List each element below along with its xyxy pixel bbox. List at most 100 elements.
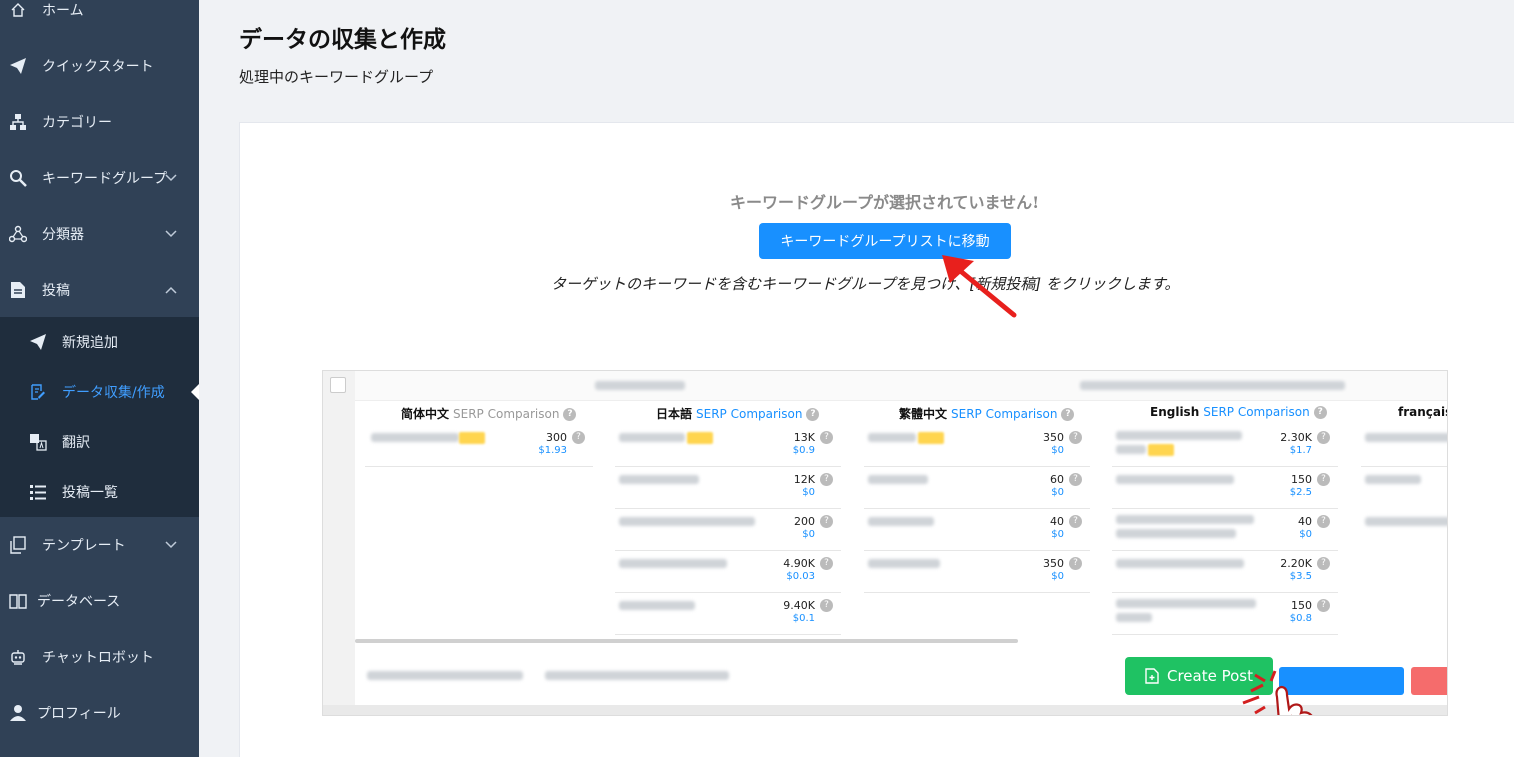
search-volume: 12K xyxy=(793,473,815,486)
search-volume: 300 xyxy=(546,431,567,444)
blurred-text xyxy=(868,475,928,484)
keyword-row: 40 $0 ? xyxy=(1112,509,1338,551)
sidebar-item-database[interactable]: データベース xyxy=(0,573,199,629)
submenu-item-label: データ収集/作成 xyxy=(62,385,165,401)
help-icon: ? xyxy=(1317,431,1330,444)
keyword-row xyxy=(1361,509,1447,551)
highlight-mark xyxy=(918,432,944,444)
column-header: 日本語 SERP Comparison? xyxy=(656,405,820,422)
search-volume: 2.30K xyxy=(1280,431,1312,444)
submenu-item-post-list[interactable]: 投稿一覧 xyxy=(0,467,199,517)
search-volume: 9.40K xyxy=(783,599,815,612)
help-icon: ? xyxy=(1317,473,1330,486)
keyword-row: 9.40K $0.1 ? xyxy=(615,593,841,635)
sidebar-item-label: カテゴリー xyxy=(42,115,112,131)
help-icon: ? xyxy=(806,408,820,421)
blurred-text xyxy=(1365,433,1447,442)
search-key-icon xyxy=(8,168,28,188)
chevron-down-icon xyxy=(162,536,180,554)
help-icon: ? xyxy=(1069,431,1082,444)
posts-submenu: 新規追加 データ収集/作成 翻訳 投稿一覧 xyxy=(0,317,199,517)
content-card: キーワードグループが選択されていません! キーワードグループリストに移動 ターゲ… xyxy=(239,122,1514,757)
search-volume: 40 xyxy=(1298,515,1312,528)
keyword-row: 4.90K $0.03 ? xyxy=(615,551,841,593)
blurred-text xyxy=(1116,599,1256,608)
help-icon: ? xyxy=(572,431,585,444)
submenu-item-label: 投稿一覧 xyxy=(62,485,118,501)
keyword-row: 2.20K $3.5 ? xyxy=(1112,551,1338,593)
sidebar-item-home[interactable]: ホーム xyxy=(0,0,199,38)
column-header: 简体中文 SERP Comparison? xyxy=(401,405,577,422)
search-volume: 13K xyxy=(793,431,815,444)
keyword-row: 150 $2.5 ? xyxy=(1112,467,1338,509)
blurred-text xyxy=(371,433,459,442)
sidebar-item-posts[interactable]: 投稿 xyxy=(0,262,199,318)
sidebar-item-label: 投稿 xyxy=(42,283,70,299)
keyword-row xyxy=(1361,425,1447,467)
robot-icon xyxy=(8,647,28,667)
blurred-text xyxy=(619,433,685,442)
sidebar-item-template[interactable]: テンプレート xyxy=(0,517,199,573)
cpc-value: $0 xyxy=(1299,529,1312,540)
screenshot-gutter xyxy=(323,371,355,715)
cpc-value: $0 xyxy=(802,529,815,540)
column-language: 日本語 xyxy=(656,407,693,421)
copy-icon xyxy=(8,535,28,555)
highlight-mark xyxy=(459,432,485,444)
sidebar-item-label: 分類器 xyxy=(42,227,84,243)
highlight-mark xyxy=(1148,444,1174,456)
cpc-value: $0 xyxy=(1051,529,1064,540)
submenu-item-data-collect[interactable]: データ収集/作成 xyxy=(0,367,199,417)
sidebar-item-label: チャットロボット xyxy=(42,650,154,666)
blurred-text xyxy=(1116,529,1236,538)
serp-comparison-link: SERP Comparison xyxy=(951,407,1058,421)
blurred-text xyxy=(1365,475,1421,484)
sidebar-item-quickstart[interactable]: クイックスタート xyxy=(0,38,199,94)
keyword-row: 200 $0 ? xyxy=(615,509,841,551)
page-subtitle: 処理中のキーワードグループ xyxy=(239,68,434,86)
search-volume: 200 xyxy=(794,515,815,528)
help-icon: ? xyxy=(1061,408,1075,421)
blurred-text xyxy=(367,671,523,680)
highlight-mark xyxy=(687,432,713,444)
blurred-text xyxy=(619,559,727,568)
sidebar-item-profile[interactable]: プロフィール xyxy=(0,685,199,741)
translate-icon xyxy=(28,432,48,452)
serp-comparison-link: SERP Comparison xyxy=(453,407,560,421)
list-icon xyxy=(28,482,48,502)
sidebar-item-label: データベース xyxy=(37,594,121,610)
blurred-text xyxy=(1116,445,1146,454)
book-icon xyxy=(8,591,28,611)
search-volume: 150 xyxy=(1291,473,1312,486)
file-add-icon xyxy=(1145,668,1159,684)
keyword-row: 13K $0.9 ? xyxy=(615,425,841,467)
sidebar-item-keyword-group[interactable]: キーワードグループ xyxy=(0,150,199,206)
cpc-value: $1.7 xyxy=(1289,445,1312,456)
search-volume: 2.20K xyxy=(1280,557,1312,570)
home-icon xyxy=(8,0,28,20)
sidebar: ホーム クイックスタート カテゴリー キーワードグループ 分類器 投稿 新規追加… xyxy=(0,0,199,757)
keyword-row: 150 $0.8 ? xyxy=(1112,593,1338,635)
sidebar-item-category[interactable]: カテゴリー xyxy=(0,94,199,150)
submenu-item-new[interactable]: 新規追加 xyxy=(0,317,199,367)
help-icon: ? xyxy=(563,408,577,421)
sidebar-item-label: テンプレート xyxy=(42,538,126,554)
help-icon: ? xyxy=(1069,557,1082,570)
search-volume: 150 xyxy=(1291,599,1312,612)
help-icon: ? xyxy=(1317,515,1330,528)
keyword-row: 300 $1.93 ? xyxy=(365,425,593,467)
serp-comparison-link: SERP Comparison xyxy=(1203,405,1310,419)
keyword-row: 12K $0 ? xyxy=(615,467,841,509)
search-volume: 40 xyxy=(1050,515,1064,528)
edit-document-icon xyxy=(28,382,48,402)
keyword-row xyxy=(1361,467,1447,509)
keyword-row: 350 $0 ? xyxy=(864,551,1090,593)
blurred-text xyxy=(619,475,699,484)
cpc-value: $0.8 xyxy=(1289,613,1312,624)
help-icon: ? xyxy=(820,599,833,612)
sidebar-item-classifier[interactable]: 分類器 xyxy=(0,206,199,262)
sidebar-item-chatbot[interactable]: チャットロボット xyxy=(0,629,199,685)
checkbox-icon xyxy=(330,377,346,393)
cpc-value: $0.1 xyxy=(792,613,815,624)
submenu-item-translate[interactable]: 翻訳 xyxy=(0,417,199,467)
